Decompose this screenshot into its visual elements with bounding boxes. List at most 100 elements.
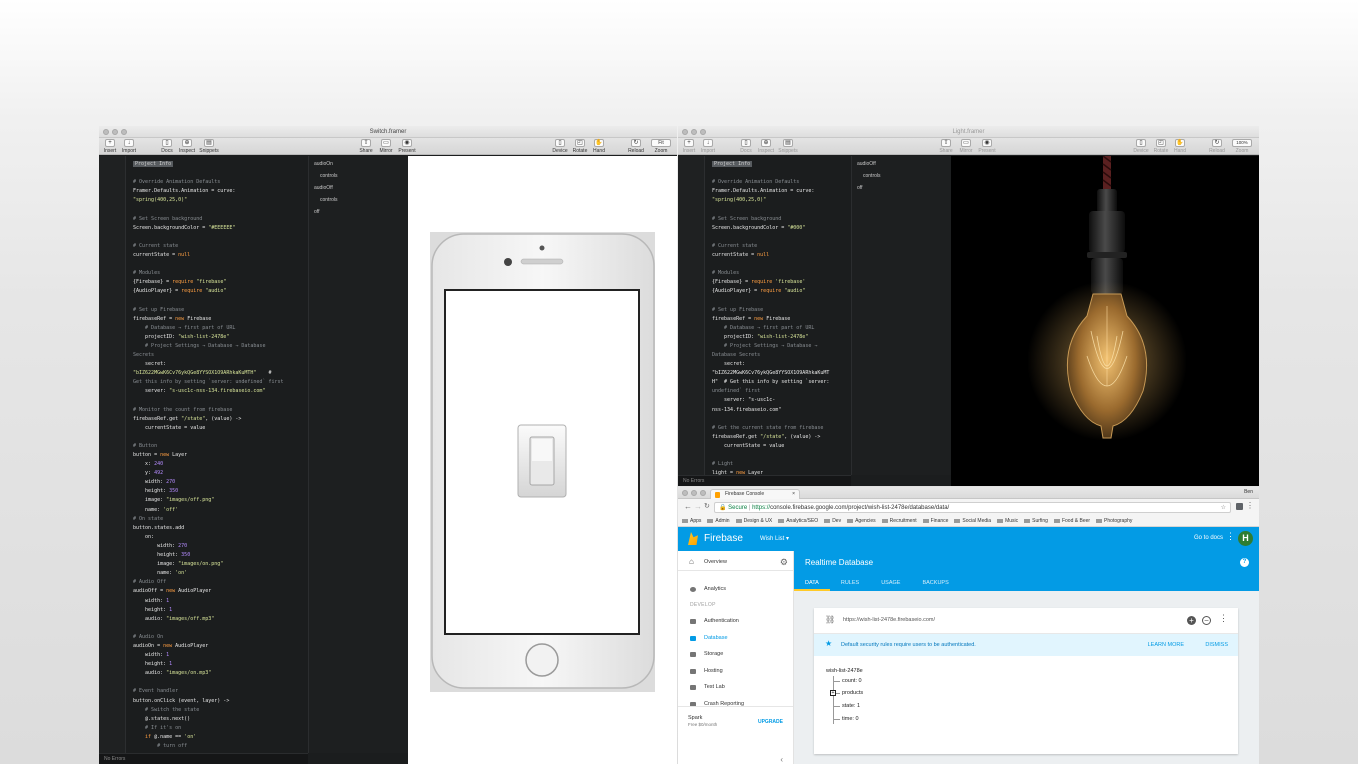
bookmark-item[interactable]: Photography bbox=[1096, 518, 1132, 524]
tab-backups[interactable]: BACKUPS bbox=[911, 577, 959, 591]
bookmark-item[interactable]: Admin bbox=[707, 518, 729, 524]
bookmark-item[interactable]: Design & UX bbox=[736, 518, 773, 524]
layer-item[interactable]: off bbox=[857, 182, 946, 194]
tab-rules[interactable]: RULES bbox=[830, 577, 870, 591]
layer-item[interactable]: audioOn bbox=[314, 158, 403, 170]
bookmark-item[interactable]: Analytics/SEO bbox=[778, 518, 818, 524]
minimize-icon[interactable] bbox=[691, 129, 697, 135]
minimize-icon[interactable] bbox=[112, 129, 118, 135]
close-icon[interactable] bbox=[682, 490, 688, 496]
bookmark-item[interactable]: Food & Beer bbox=[1054, 518, 1090, 524]
bookmark-star-icon[interactable]: ☆ bbox=[1221, 503, 1226, 513]
layer-item[interactable]: audioOff bbox=[314, 182, 403, 194]
project-selector[interactable]: Wish List ▾ bbox=[760, 535, 789, 542]
reload-button[interactable]: ↻ Reload bbox=[625, 139, 647, 154]
forward-icon[interactable]: → bbox=[694, 502, 702, 511]
settings-gear-icon[interactable]: ⚙ bbox=[780, 553, 788, 571]
avatar[interactable]: H bbox=[1238, 531, 1253, 546]
reload-icon[interactable]: ↻ bbox=[704, 502, 710, 510]
remove-icon[interactable]: − bbox=[1202, 616, 1211, 625]
mirror-button[interactable]: ▭ Mirror bbox=[375, 139, 397, 154]
code-editor[interactable]: Project Info # Override Animation Default… bbox=[99, 156, 308, 753]
back-icon[interactable]: ← bbox=[684, 502, 692, 511]
minimize-icon[interactable] bbox=[691, 490, 697, 496]
learn-more-button[interactable]: LEARN MORE bbox=[1148, 642, 1184, 648]
snippets-button[interactable]: ▤ Snippets bbox=[777, 139, 799, 154]
tab-usage[interactable]: USAGE bbox=[870, 577, 911, 591]
share-button[interactable]: ⇧ Share bbox=[935, 139, 957, 154]
close-icon[interactable] bbox=[103, 129, 109, 135]
sidebar-item-overview[interactable]: ⌂ Overview ⚙ bbox=[678, 553, 793, 571]
upgrade-button[interactable]: UPGRADE bbox=[758, 719, 783, 725]
zoom-select[interactable]: 100% Zoom bbox=[1228, 139, 1256, 154]
db-url[interactable]: https://wish-list-2478e.firebaseio.com/ bbox=[843, 617, 935, 623]
import-button[interactable]: ↓ Import bbox=[118, 139, 140, 154]
browser-tab[interactable]: Firebase Console × bbox=[710, 489, 800, 499]
bookmarks-bar: Apps Admin Design & UX Analytics/SEO Dev Agen… bbox=[678, 516, 1259, 527]
bookmark-item[interactable]: Finance bbox=[923, 518, 949, 524]
help-icon[interactable]: ? bbox=[1240, 558, 1249, 567]
bookmark-item[interactable]: Dev bbox=[824, 518, 841, 524]
tab-close-icon[interactable]: × bbox=[792, 490, 795, 499]
bookmark-item[interactable]: Recruitment bbox=[882, 518, 917, 524]
layer-item[interactable]: controls bbox=[314, 194, 403, 206]
sidebar-item-test-lab[interactable]: Test Lab bbox=[678, 680, 793, 695]
reload-button[interactable]: ↻ Reload bbox=[1206, 139, 1228, 154]
device-button[interactable]: ▯ Device bbox=[1130, 139, 1152, 154]
chrome-menu-icon[interactable]: ⋮ bbox=[1246, 501, 1254, 510]
docs-button[interactable]: ▯ Docs bbox=[735, 139, 757, 154]
zoom-icon[interactable] bbox=[121, 129, 127, 135]
tree-node-time[interactable]: time: 0 bbox=[842, 716, 859, 722]
bookmark-item[interactable]: Social Media bbox=[954, 518, 991, 524]
share-button[interactable]: ⇧ Share bbox=[355, 139, 377, 154]
sidebar-item-storage[interactable]: Storage bbox=[678, 647, 793, 662]
close-icon[interactable] bbox=[682, 129, 688, 135]
layer-item[interactable]: off bbox=[314, 206, 403, 218]
snippets-button[interactable]: ▤ Snippets bbox=[198, 139, 220, 154]
layer-item[interactable]: controls bbox=[857, 170, 946, 182]
code-line: # Current state bbox=[712, 242, 758, 249]
bookmark-item[interactable]: Music bbox=[997, 518, 1018, 524]
layer-item[interactable]: audioOff bbox=[857, 158, 946, 170]
hand-button[interactable]: ✋ Hand bbox=[588, 139, 610, 154]
inspect-button[interactable]: ⊕ Inspect bbox=[755, 139, 777, 154]
inspect-button[interactable]: ⊕ Inspect bbox=[176, 139, 198, 154]
address-bar[interactable]: 🔒 Secure | https://console.firebase.goog… bbox=[714, 502, 1231, 513]
window-controls[interactable] bbox=[682, 490, 706, 496]
sidebar-item-hosting[interactable]: Hosting bbox=[678, 664, 793, 679]
add-child-icon[interactable]: + bbox=[1187, 616, 1196, 625]
docs-button[interactable]: ▯ Docs bbox=[156, 139, 178, 154]
more-vert-icon[interactable]: ⋮ bbox=[1219, 613, 1228, 624]
go-to-docs-link[interactable]: Go to docs bbox=[1194, 535, 1223, 541]
tree-node-count[interactable]: count: 0 bbox=[842, 678, 862, 684]
bookmark-item[interactable]: Agencies bbox=[847, 518, 876, 524]
sidebar-item-authentication[interactable]: Authentication bbox=[678, 614, 793, 629]
code-editor[interactable]: Project Info # Override Animation Default… bbox=[678, 156, 851, 475]
page-title: Realtime Database bbox=[805, 558, 874, 567]
dismiss-button[interactable]: DISMISS bbox=[1205, 642, 1228, 648]
present-button[interactable]: ◉ Present bbox=[976, 139, 998, 154]
bookmark-item[interactable]: Surfing bbox=[1024, 518, 1048, 524]
tab-data[interactable]: DATA bbox=[794, 577, 830, 591]
sidebar-item-analytics[interactable]: Analytics bbox=[678, 582, 793, 597]
zoom-icon[interactable] bbox=[700, 129, 706, 135]
tree-root[interactable]: wish-list-2478e bbox=[826, 668, 863, 674]
tree-node-state[interactable]: state: 1 bbox=[842, 703, 860, 709]
tree-node-products[interactable]: products bbox=[842, 690, 863, 696]
more-vert-icon[interactable]: ⋮ bbox=[1226, 531, 1235, 542]
bookmark-item[interactable]: Apps bbox=[682, 518, 701, 524]
profile-name[interactable]: Ben bbox=[1244, 489, 1253, 495]
zoom-icon[interactable] bbox=[700, 490, 706, 496]
mirror-button[interactable]: ▭ Mirror bbox=[955, 139, 977, 154]
device-button[interactable]: ▯ Device bbox=[549, 139, 571, 154]
layer-item[interactable]: controls bbox=[314, 170, 403, 182]
window-controls[interactable] bbox=[103, 129, 127, 135]
sidebar-item-database[interactable]: Database bbox=[678, 631, 793, 646]
collapse-chevron-icon[interactable]: ‹ bbox=[780, 755, 783, 764]
import-button[interactable]: ↓ Import bbox=[697, 139, 719, 154]
window-controls[interactable] bbox=[682, 129, 706, 135]
extension-icon[interactable] bbox=[1236, 503, 1243, 510]
present-button[interactable]: ◉ Present bbox=[396, 139, 418, 154]
hand-button[interactable]: ✋ Hand bbox=[1169, 139, 1191, 154]
zoom-select[interactable]: Fit Zoom bbox=[647, 139, 675, 154]
